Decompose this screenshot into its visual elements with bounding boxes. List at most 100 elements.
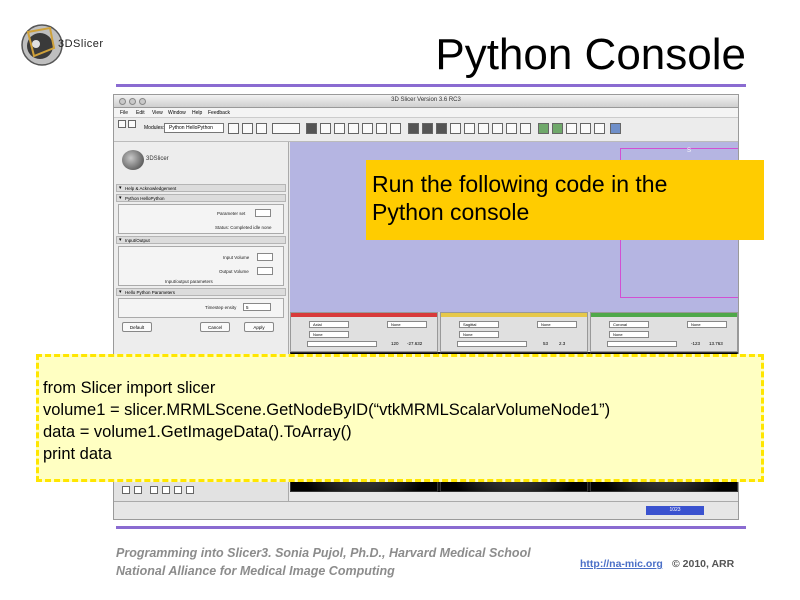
slice-controllers: Axial None None 120 -27.632 Sagittal Non… [290, 312, 738, 352]
menu-view[interactable]: View [152, 110, 163, 116]
footer-credits: Programming into Slicer3. Sonia Pujol, P… [116, 544, 531, 580]
load-icon[interactable] [118, 120, 126, 128]
undo-icon[interactable] [538, 123, 549, 134]
section-io[interactable]: Input/Output [116, 236, 286, 244]
menu-window[interactable]: Window [168, 110, 186, 116]
output-volume-select[interactable] [257, 267, 273, 275]
zoom-in-icon[interactable] [150, 486, 158, 494]
status-bar: 1023 [114, 501, 738, 519]
mouse-mode-icon[interactable] [566, 123, 577, 134]
namic-link[interactable]: http://na-mic.org [580, 558, 663, 570]
sagittal-bg-select[interactable]: None [459, 331, 499, 338]
layout-3-icon[interactable] [436, 123, 447, 134]
sagittal-orientation-select[interactable]: Sagittal [459, 321, 499, 328]
layout-1-icon[interactable] [408, 123, 419, 134]
sagittal-color-bar [441, 313, 587, 317]
copyright: © 2010, ARR [672, 558, 735, 570]
axial-slice-controller: Axial None None 120 -27.632 [290, 312, 438, 352]
window-title: 3D Slicer Version 3.6 RC3 [391, 97, 461, 103]
home-icon[interactable] [306, 123, 317, 134]
timestep-input[interactable]: 5 [243, 303, 271, 311]
parameter-set-label: Parameter set [217, 211, 246, 216]
section-help[interactable]: Help & Acknowledgement [116, 184, 286, 192]
section-module[interactable]: Python HelloPython [116, 194, 286, 202]
chevron-down-icon[interactable] [228, 123, 239, 134]
menu-edit[interactable]: Edit [136, 110, 145, 116]
pan-icon[interactable] [186, 486, 194, 494]
module-search-input[interactable] [272, 123, 300, 134]
python-console-icon[interactable] [610, 123, 621, 134]
layout-6-icon[interactable] [478, 123, 489, 134]
axial-value: 120 [391, 341, 399, 346]
input-volume-select[interactable] [257, 253, 273, 261]
pick-icon[interactable] [580, 123, 591, 134]
back-icon[interactable] [242, 123, 253, 134]
superior-label: S [687, 148, 692, 154]
code-line-4: print data [43, 445, 112, 463]
sagittal-slice-controller: Sagittal None None 53 2.3 [440, 312, 588, 352]
data-icon[interactable] [320, 123, 331, 134]
callout-line-2: Python console [372, 199, 530, 225]
menu-help[interactable]: Help [192, 110, 202, 116]
axial-fg-select[interactable]: None [387, 321, 427, 328]
forward-icon[interactable] [256, 123, 267, 134]
menu-file[interactable]: File [120, 110, 128, 116]
apply-button[interactable]: Apply [244, 322, 274, 332]
volumes-icon[interactable] [334, 123, 345, 134]
layout-9-icon[interactable] [520, 123, 531, 134]
menu-feedback[interactable]: Feedback [208, 110, 230, 116]
layout-4-icon[interactable] [450, 123, 461, 134]
sagittal-offset: 2.3 [559, 341, 566, 346]
transforms-icon[interactable] [362, 123, 373, 134]
status-value: 1023 [646, 506, 704, 515]
cancel-button[interactable]: Cancel [200, 322, 230, 332]
io-box: Input Volume Output Volume Input/output … [118, 246, 284, 286]
params-box: Timestep ensity 5 [118, 298, 284, 318]
save-icon[interactable] [128, 120, 136, 128]
coronal-bg-select[interactable]: None [609, 331, 649, 338]
axial-orientation-select[interactable]: Axial [309, 321, 349, 328]
parameter-set-select[interactable] [255, 209, 271, 217]
section-params[interactable]: Hello Python Parameters [116, 288, 286, 296]
module-select[interactable]: Python HelloPython [164, 123, 224, 133]
axial-bg-select[interactable]: None [309, 331, 349, 338]
coronal-orientation-select[interactable]: Coronal [609, 321, 649, 328]
coronal-color-bar [591, 313, 737, 317]
sagittal-slider[interactable] [457, 341, 527, 347]
layout-8-icon[interactable] [506, 123, 517, 134]
default-button[interactable]: Default [122, 322, 152, 332]
module-box: Parameter set Status: Completed idle non… [118, 204, 284, 234]
toolbar: Modules: Python HelloPython [114, 118, 738, 142]
instruction-callout: Run the following code in the Python con… [366, 160, 764, 240]
expand-icon[interactable] [134, 486, 142, 494]
zoom-out-icon[interactable] [162, 486, 170, 494]
code-box: from Slicer import slicer volume1 = slic… [36, 354, 764, 482]
models-icon[interactable] [348, 123, 359, 134]
timestep-label: Timestep ensity [205, 305, 237, 310]
axial-slider[interactable] [307, 341, 377, 347]
layout-5-icon[interactable] [464, 123, 475, 134]
footer-divider [116, 526, 746, 529]
sagittal-fg-select[interactable]: None [537, 321, 577, 328]
layout-7-icon[interactable] [492, 123, 503, 134]
place-icon[interactable] [594, 123, 605, 134]
panel-logo-icon [122, 150, 144, 170]
layout-2-icon[interactable] [422, 123, 433, 134]
status-label: Status: Completed idle none [215, 225, 272, 230]
axial-color-bar [291, 313, 437, 317]
footer-line-1: Programming into Slicer3. Sonia Pujol, P… [116, 546, 531, 560]
pin-icon[interactable] [122, 486, 130, 494]
coronal-fg-select[interactable]: None [687, 321, 727, 328]
footer-line-2: National Alliance for Medical Image Comp… [116, 564, 395, 578]
io-params-label: Input/output parameters [165, 279, 213, 284]
fiducials-icon[interactable] [376, 123, 387, 134]
magnify-icon[interactable] [174, 486, 182, 494]
code-line-2: volume1 = slicer.MRMLScene.GetNodeByID(“… [43, 401, 611, 419]
window-titlebar: 3D Slicer Version 3.6 RC3 [114, 95, 738, 108]
editor-icon[interactable] [390, 123, 401, 134]
panel-logo-text: 3DSlicer [146, 156, 169, 162]
coronal-slider[interactable] [607, 341, 677, 347]
redo-icon[interactable] [552, 123, 563, 134]
output-volume-label: Output Volume [219, 269, 249, 274]
input-volume-label: Input Volume [223, 255, 250, 260]
